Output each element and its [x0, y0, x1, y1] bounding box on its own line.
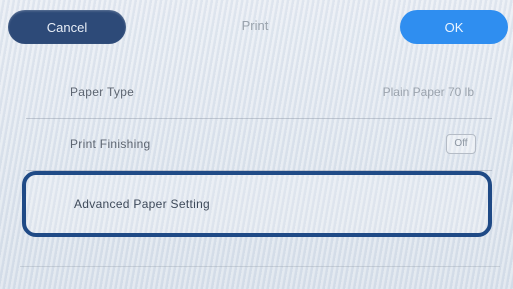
divider	[20, 266, 500, 267]
settings-row-print-finishing[interactable]: Print Finishing Off	[26, 118, 492, 171]
print-settings-screen: Cancel Print OK Paper Type Plain Paper 7…	[0, 0, 513, 289]
print-finishing-value-chip: Off	[446, 134, 476, 154]
paper-type-value: Plain Paper 70 lb	[382, 85, 474, 99]
settings-row-advanced-paper-setting[interactable]: Advanced Paper Setting	[22, 171, 492, 237]
paper-type-label: Paper Type	[70, 85, 135, 99]
ok-button[interactable]: OK	[400, 10, 508, 44]
advanced-paper-setting-label: Advanced Paper Setting	[74, 197, 211, 211]
cancel-button[interactable]: Cancel	[8, 10, 126, 44]
top-bar: Cancel Print OK	[0, 0, 513, 50]
print-finishing-label: Print Finishing	[70, 137, 151, 151]
screen-title: Print	[241, 18, 269, 33]
settings-row-paper-type[interactable]: Paper Type Plain Paper 70 lb	[26, 66, 492, 119]
